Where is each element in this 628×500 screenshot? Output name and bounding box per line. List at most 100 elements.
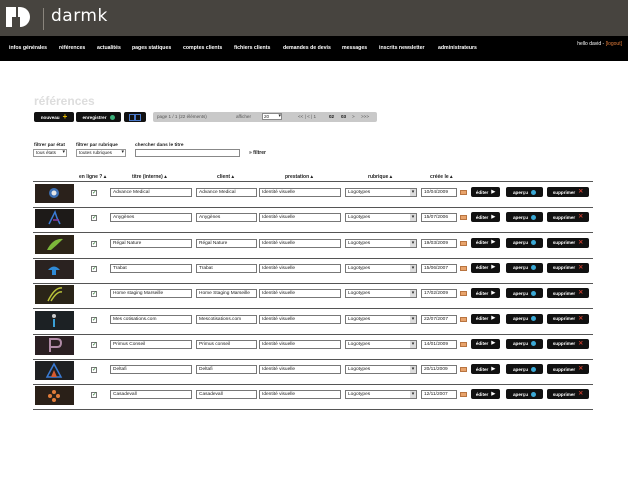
nav-actualites[interactable]: actualités <box>97 45 121 51</box>
prestation-field[interactable]: Identité visuelle <box>259 314 341 324</box>
calendar-icon[interactable] <box>460 341 467 347</box>
calendar-icon[interactable] <box>460 265 467 271</box>
prestation-field[interactable]: Identité visuelle <box>259 390 341 400</box>
title-field[interactable]: Trabat <box>110 263 192 273</box>
rubrique-select[interactable]: Logotypes <box>345 188 417 197</box>
nav-comptes-clients[interactable]: comptes clients <box>183 45 222 51</box>
client-field[interactable]: Home Staging Marseille <box>196 289 257 299</box>
preview-button[interactable]: aperçu <box>506 288 543 299</box>
date-field[interactable]: 10/04/2009 <box>421 188 457 197</box>
state-filter-select[interactable]: tous états <box>33 149 67 157</box>
rubrique-select[interactable]: Logotypes <box>345 238 417 248</box>
rubrique-select[interactable]: Logotypes <box>345 213 417 223</box>
pagination-prev[interactable]: << | < | 1 <box>298 114 316 119</box>
date-field[interactable]: 15/06/2007 <box>421 263 457 273</box>
filter-link[interactable]: » filtrer <box>249 150 266 156</box>
client-field[interactable]: Deltafi <box>196 365 257 375</box>
edit-button[interactable]: éditer ▶ <box>471 288 500 299</box>
prestation-field[interactable]: Identité visuelle <box>259 238 341 248</box>
calendar-icon[interactable] <box>460 392 467 398</box>
col-prestation[interactable]: prestation ▴ <box>285 174 313 180</box>
delete-button[interactable]: supprimer ✕ <box>547 187 589 197</box>
rubrique-select[interactable]: Logotypes <box>345 263 417 273</box>
page-3-link[interactable]: 03 <box>341 114 346 119</box>
edit-button[interactable]: éditer ▶ <box>471 237 500 248</box>
nav-inscrits-newsletter[interactable]: inscrits newsletter <box>379 45 425 51</box>
edit-button[interactable]: éditer ▶ <box>471 389 500 400</box>
delete-button[interactable]: supprimer ✕ <box>547 389 589 400</box>
calendar-icon[interactable] <box>460 291 467 297</box>
delete-button[interactable]: supprimer ✕ <box>547 262 589 273</box>
col-client[interactable]: client ▴ <box>217 174 234 180</box>
preview-button[interactable]: aperçu <box>506 338 543 349</box>
delete-button[interactable]: supprimer ✕ <box>547 237 589 248</box>
nav-administrateurs[interactable]: administrateurs <box>438 45 477 51</box>
calendar-icon[interactable] <box>460 240 467 246</box>
edit-button[interactable]: éditer ▶ <box>471 338 500 349</box>
logout-link[interactable]: [logout] <box>606 41 622 47</box>
new-button[interactable]: nouveau + <box>34 112 74 122</box>
rubrique-select[interactable]: Logotypes <box>345 390 417 400</box>
prestation-field[interactable]: Identité visuelle <box>259 289 341 299</box>
preview-button[interactable]: aperçu <box>506 212 543 223</box>
edit-button[interactable]: éditer ▶ <box>471 212 500 223</box>
online-checkbox[interactable] <box>91 240 97 247</box>
title-field[interactable]: Primus Conseil <box>110 339 192 349</box>
client-field[interactable]: Trabat <box>196 263 257 273</box>
title-field[interactable]: Deltafi <box>110 365 192 375</box>
rubric-filter-select[interactable]: toutes rubriques <box>76 149 126 157</box>
date-field[interactable]: 19/03/2009 <box>421 238 457 248</box>
per-page-select[interactable]: 20 <box>262 113 282 120</box>
edit-button[interactable]: éditer ▶ <box>471 262 500 273</box>
nav-pages-statiques[interactable]: pages statiques <box>132 45 171 51</box>
prestation-field[interactable]: Identité visuelle <box>259 365 341 375</box>
nav-demandes-de-devis[interactable]: demandes de devis <box>283 45 331 51</box>
date-field[interactable]: 20/11/2009 <box>421 365 457 375</box>
prestation-field[interactable]: Identité visuelle <box>259 339 341 349</box>
online-checkbox[interactable] <box>91 341 97 348</box>
date-field[interactable]: 15/07/2006 <box>421 213 457 223</box>
date-field[interactable]: 12/11/2007 <box>421 390 457 400</box>
online-checkbox[interactable] <box>91 366 97 374</box>
title-field[interactable]: Régal Nature <box>110 238 192 248</box>
calendar-icon[interactable] <box>460 190 467 195</box>
nav-infos-generales[interactable]: infos générales <box>9 45 47 51</box>
nav-references[interactable]: références <box>59 45 85 51</box>
prestation-field[interactable]: Identité visuelle <box>259 188 341 197</box>
date-field[interactable]: 14/01/2009 <box>421 339 457 349</box>
preview-button[interactable]: aperçu <box>506 313 543 324</box>
client-field[interactable]: Primus conseil <box>196 339 257 349</box>
preview-button[interactable]: aperçu <box>506 262 543 273</box>
page-2-link[interactable]: 02 <box>329 114 334 119</box>
title-field[interactable]: Anygènes <box>110 213 192 223</box>
nav-messages[interactable]: messages <box>342 45 367 51</box>
delete-button[interactable]: supprimer ✕ <box>547 288 589 299</box>
online-checkbox[interactable] <box>91 316 97 323</box>
title-field[interactable]: Mes cotisations.com <box>110 314 192 324</box>
rubrique-select[interactable]: Logotypes <box>345 289 417 299</box>
preview-button[interactable]: aperçu <box>506 389 543 400</box>
edit-button[interactable]: éditer ▶ <box>471 364 500 375</box>
preview-button[interactable]: aperçu <box>506 237 543 248</box>
rubrique-select[interactable]: Logotypes <box>345 365 417 375</box>
prestation-field[interactable]: Identité visuelle <box>259 263 341 273</box>
title-field[interactable]: Home staging Marseille <box>110 289 192 299</box>
date-field[interactable]: 17/02/2009 <box>421 289 457 299</box>
client-field[interactable]: Advance Medical <box>196 188 257 197</box>
date-field[interactable]: 22/07/2007 <box>421 314 457 324</box>
view-toggle-button[interactable] <box>124 112 146 122</box>
col-created[interactable]: créée le ▴ <box>430 174 453 180</box>
col-online[interactable]: en ligne ? ▴ <box>79 174 106 180</box>
pagination-next[interactable]: > <box>352 114 355 119</box>
client-field[interactable]: Mescotisations.com <box>196 314 257 324</box>
nav-fichiers-clients[interactable]: fichiers clients <box>234 45 270 51</box>
save-button[interactable]: enregistrer <box>76 112 121 122</box>
title-field[interactable]: Advance Medical <box>110 188 192 197</box>
delete-button[interactable]: supprimer ✕ <box>547 364 589 375</box>
delete-button[interactable]: supprimer ✕ <box>547 212 589 223</box>
client-field[interactable]: Régal Nature <box>196 238 257 248</box>
calendar-icon[interactable] <box>460 367 467 373</box>
col-title[interactable]: titre (interne) ▴ <box>132 174 167 180</box>
title-field[interactable]: Casadevall <box>110 390 192 400</box>
calendar-icon[interactable] <box>460 215 467 221</box>
